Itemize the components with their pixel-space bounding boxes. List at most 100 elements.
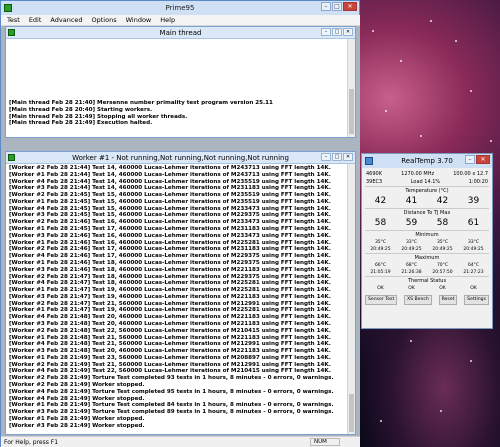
prime95-titlebar[interactable]: Prime95 – □ ✕ [1, 1, 359, 15]
prime95-window: Prime95 – □ ✕ Test Edit Advanced Options… [0, 0, 360, 447]
star [410, 340, 412, 342]
menu-window[interactable]: Window [126, 16, 152, 24]
cpu-info-row: 4690K 1270.00 MHz 100.00 x 12.7 [362, 168, 492, 178]
log-line: [Worker #4 Feb 28 21:46] Test 17, 460000… [9, 253, 331, 260]
core-temp: 39 [467, 196, 480, 206]
child-window-controls: – □ ✕ [321, 28, 353, 36]
close-icon[interactable]: ✕ [343, 153, 353, 161]
minimize-icon[interactable]: – [321, 2, 331, 11]
cpu-multiplier: 100.00 x 12.7 [453, 171, 488, 177]
minimize-icon[interactable]: – [321, 153, 331, 161]
core-temp: 42 [436, 196, 449, 206]
max-time: 20:57:50 [432, 270, 453, 275]
log-line: [Main thread Feb 28 21:49] Execution hal… [9, 120, 153, 127]
realtemp-title: RealTemp 3.70 [401, 157, 453, 165]
log-line: [Worker #3 Feb 28 21:49] Worker stopped. [9, 422, 145, 429]
log-line: [Worker #4 Feb 28 21:44] Test 14, 460000… [9, 178, 331, 185]
star [420, 135, 422, 137]
log-line: [Worker #1 Feb 28 21:46] Test 16, 460000… [9, 239, 331, 246]
sensor-test-button[interactable]: Sensor Test [365, 295, 398, 305]
core-distance: 58 [374, 218, 387, 228]
menu-options[interactable]: Options [92, 16, 117, 24]
reset-button[interactable]: Reset [438, 295, 458, 305]
log-line: [Worker #3 Feb 28 21:48] Test 20, 460000… [9, 348, 331, 355]
log-line: [Worker #3 Feb 28 21:45] Test 15, 460000… [9, 212, 331, 219]
log-line: [Worker #1 Feb 28 21:45] Test 15, 460000… [9, 198, 331, 205]
main-thread-title: Main thread [159, 28, 202, 37]
menu-help[interactable]: Help [160, 16, 175, 24]
cpu-model: 4690K [366, 171, 383, 177]
menu-bar: Test Edit Advanced Options Window Help [1, 15, 360, 26]
maximize-icon[interactable]: □ [332, 153, 342, 161]
log-line: [Worker #1 Feb 28 21:49] Test 23, 560000… [9, 354, 331, 361]
min-time: 20:49:25 [432, 247, 453, 252]
log-line: [Worker #4 Feb 28 21:48] Test 20, 460000… [9, 314, 331, 321]
child-window-controls: – □ ✕ [321, 153, 353, 161]
min-temp: 33°C [405, 240, 418, 245]
close-icon[interactable]: ✕ [343, 28, 353, 36]
star [455, 40, 457, 42]
menu-test[interactable]: Test [7, 16, 20, 24]
min-time: 20:49:25 [370, 247, 391, 252]
thermal-status: OK [470, 286, 477, 291]
thermal-status: OK [408, 286, 415, 291]
prime95-app-icon[interactable] [4, 4, 12, 12]
cpu-id: 39EC3 [366, 179, 383, 185]
log-line: [Worker #1 Feb 28 21:47] Test 19, 460000… [9, 287, 331, 294]
log-line: [Worker #2 Feb 28 21:47] Test 21, 560000… [9, 300, 331, 307]
scrollbar-thumb[interactable] [349, 394, 354, 432]
uptime: 1:00:20 [468, 179, 488, 185]
maximize-icon[interactable]: □ [332, 2, 342, 11]
realtemp-titlebar[interactable]: RealTemp 3.70 – ✕ [362, 154, 492, 168]
main-thread-titlebar[interactable]: Main thread – □ ✕ [6, 27, 355, 39]
close-icon[interactable]: ✕ [476, 155, 490, 164]
star [490, 140, 492, 142]
realtemp-app-icon[interactable] [365, 157, 373, 165]
scrollbar-thumb[interactable] [349, 89, 354, 134]
core-distance: 58 [436, 218, 449, 228]
worker-window: Worker #1 - Not running,Not running,Not … [5, 151, 356, 435]
log-line: [Worker #3 Feb 28 21:46] Test 18, 460000… [9, 266, 331, 273]
menu-advanced[interactable]: Advanced [50, 16, 82, 24]
main-thread-icon[interactable] [8, 29, 15, 36]
settings-button[interactable]: Settings [464, 295, 489, 305]
log-line: [Worker #1 Feb 28 21:49] Torture Test co… [9, 402, 334, 409]
min-temp: 35°C [374, 240, 387, 245]
min-temp: 35°C [436, 240, 449, 245]
core-distance: 61 [467, 218, 480, 228]
window-controls: – ✕ [465, 155, 490, 164]
log-line: [Worker #3 Feb 28 21:48] Test 20, 460000… [9, 320, 331, 327]
star [470, 360, 472, 362]
core-temp: 41 [405, 196, 418, 206]
worker-scrollbar[interactable] [347, 164, 355, 434]
max-temp: 70°C [436, 263, 449, 268]
realtemp-buttons: Sensor Test XS Bench Reset Settings [362, 295, 492, 305]
window-controls: – □ ✕ [321, 2, 357, 11]
log-line: [Worker #1 Feb 28 21:46] Test 18, 460000… [9, 259, 331, 266]
minimize-icon[interactable]: – [321, 28, 331, 36]
max-time: 21:26:38 [401, 270, 422, 275]
main-thread-scrollbar[interactable] [347, 39, 355, 137]
menu-edit[interactable]: Edit [29, 16, 42, 24]
minimum-group: Minimum 35°C 33°C 35°C 33°C 20:49:25 20:… [365, 230, 489, 253]
maximize-icon[interactable]: □ [332, 28, 342, 36]
core-temp: 42 [374, 196, 387, 206]
mdi-client-area: Main thread – □ ✕ [Main thread Feb 28 21… [1, 26, 360, 436]
main-thread-window: Main thread – □ ✕ [Main thread Feb 28 21… [5, 26, 356, 138]
min-time: 20:49:25 [463, 247, 484, 252]
log-line: [Worker #1 Feb 28 21:45] Test 17, 460000… [9, 226, 331, 233]
log-line: [Worker #3 Feb 28 21:47] Test 19, 460000… [9, 293, 331, 300]
log-line: [Worker #2 Feb 28 21:46] Test 16, 460000… [9, 219, 331, 226]
worker-icon[interactable] [8, 154, 15, 161]
xs-bench-button[interactable]: XS Bench [403, 295, 432, 305]
log-line: [Worker #2 Feb 28 21:49] Worker stopped. [9, 382, 145, 388]
max-time: 21:05:19 [370, 270, 391, 275]
min-time: 20:49:25 [401, 247, 422, 252]
log-line: [Worker #2 Feb 28 21:48] Test 22, 560000… [9, 327, 331, 334]
star [400, 60, 402, 62]
max-time: 21:27:23 [463, 270, 484, 275]
worker-titlebar[interactable]: Worker #1 - Not running,Not running,Not … [6, 152, 355, 164]
minimize-icon[interactable]: – [465, 155, 475, 164]
close-icon[interactable]: ✕ [343, 2, 357, 11]
thermal-status-group: Thermal Status OK OK OK OK [365, 276, 489, 292]
